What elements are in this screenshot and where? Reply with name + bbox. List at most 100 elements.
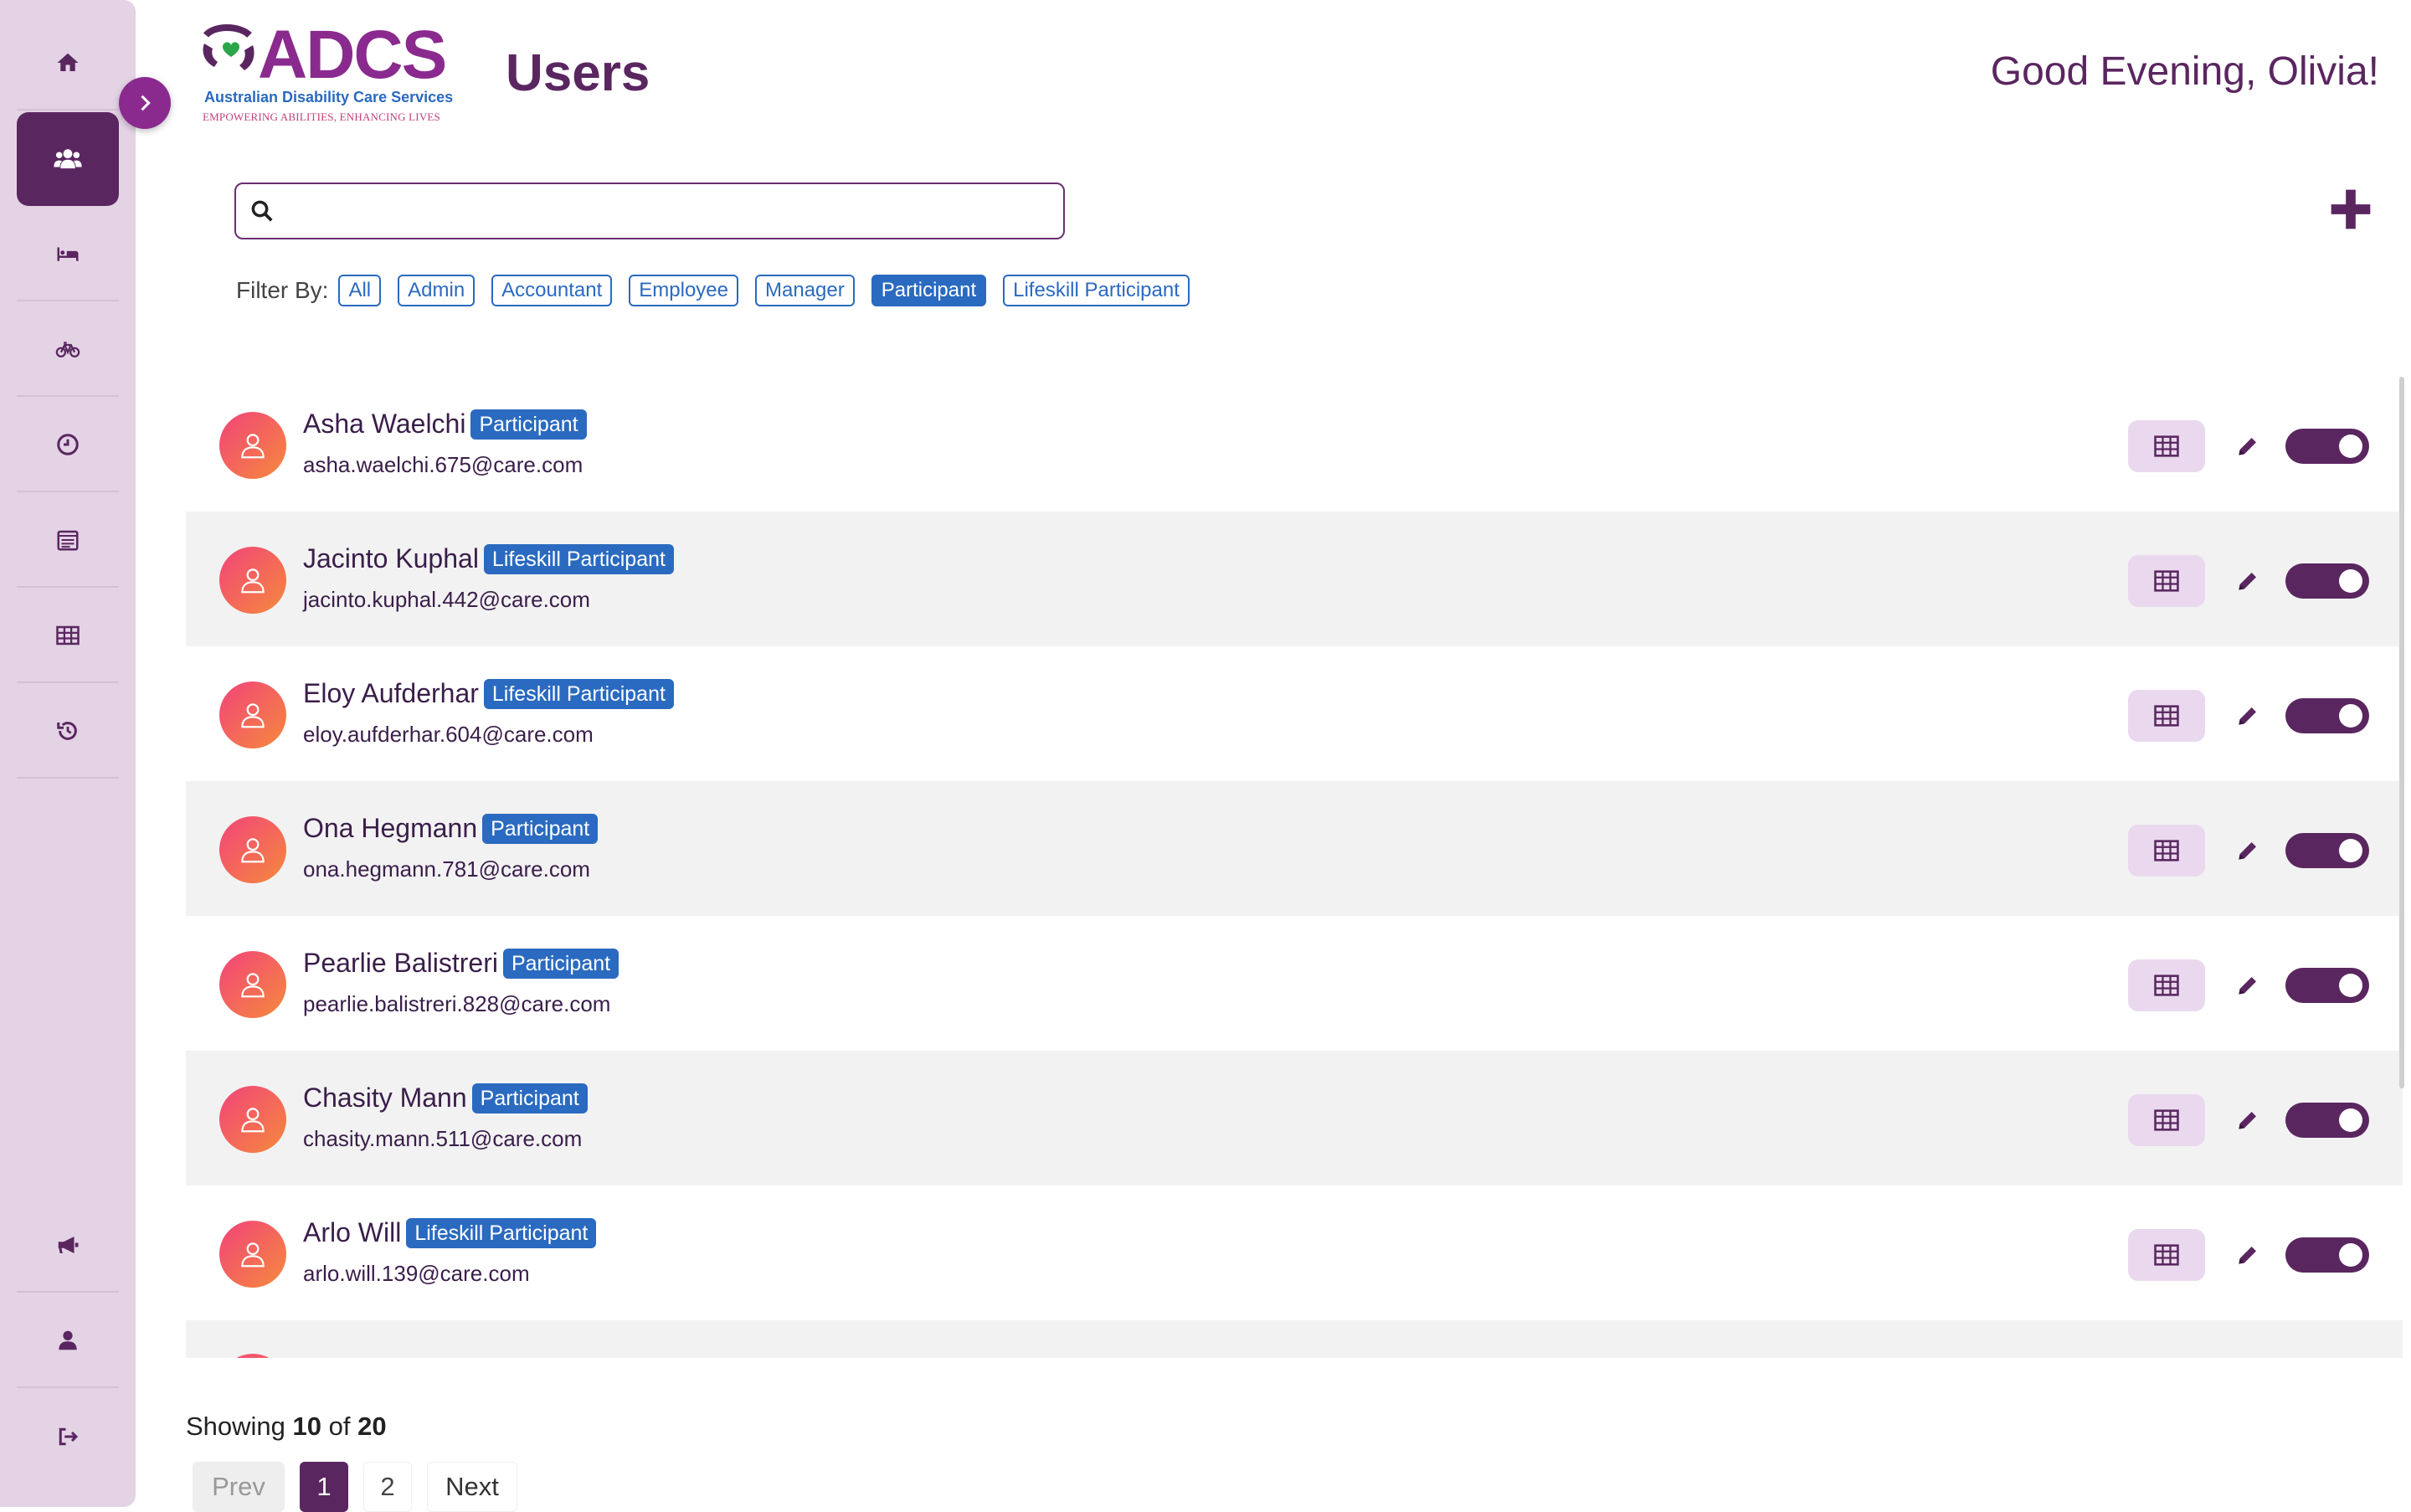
showing-of: of [328,1412,351,1441]
edit-button[interactable] [2229,427,2267,465]
pencil-icon [2239,1247,2256,1264]
search-input[interactable] [285,185,1063,237]
showing-summary: Showing 10 of 20 [186,1412,387,1442]
pencil-icon [2239,707,2256,725]
user-outline-icon [241,1242,265,1268]
active-toggle[interactable] [2285,429,2369,464]
edit-button[interactable] [2229,1101,2267,1139]
next-page-button[interactable]: Next [427,1462,517,1512]
view-details-button[interactable] [2128,555,2205,607]
role-badge: Participant [471,1083,588,1113]
view-details-button[interactable] [2128,1094,2205,1146]
active-toggle[interactable] [2285,833,2369,868]
home-icon [57,53,79,71]
table-icon [2154,705,2179,727]
page-button-2[interactable]: 2 [363,1462,412,1512]
table-icon [56,625,80,645]
user-name: Asha Waelchi [303,409,466,439]
avatar [219,816,286,883]
user-outline-icon [241,568,265,594]
edit-button[interactable] [2229,562,2267,600]
sidebar-item-schedule[interactable] [17,494,119,588]
page-button-1[interactable]: 1 [300,1462,348,1512]
filter-chip-accountant[interactable]: Accountant [491,275,613,306]
pagination: Prev 1 2 Next [193,1462,532,1512]
user-email: jacinto.kuphal.442@care.com [303,587,590,612]
filter-chip-participant[interactable]: Participant [871,275,987,306]
avatar [219,1354,286,1358]
role-badge: Lifeskill Participant [483,543,674,574]
user-icon [59,1330,77,1350]
user-email: arlo.will.139@care.com [303,1261,530,1286]
users-icon [54,149,82,169]
user-email: chasity.mann.511@care.com [303,1126,583,1151]
toggle-knob [2339,569,2362,593]
sidebar-item-profile[interactable] [17,1294,119,1388]
edit-button[interactable] [2229,1236,2267,1274]
user-email: eloy.aufderhar.604@care.com [303,722,594,747]
view-details-button[interactable] [2128,420,2205,472]
showing-count: 10 [292,1412,322,1441]
table-icon [2154,1109,2179,1131]
active-toggle[interactable] [2285,1237,2369,1273]
filter-chip-all[interactable]: All [338,275,382,306]
user-name: Arlo Will [303,1217,402,1247]
sidebar-item-accommodation[interactable] [17,208,119,301]
user-email: asha.waelchi.675@care.com [303,452,583,477]
calendar-list-icon [57,530,79,551]
expand-sidebar-button[interactable] [119,77,171,129]
edit-button[interactable] [2229,697,2267,735]
sidebar-item-reports[interactable] [17,589,119,683]
avatar [219,547,286,614]
list-scrollbar[interactable] [2399,377,2404,1088]
active-toggle[interactable] [2285,1103,2369,1138]
active-toggle[interactable] [2285,968,2369,1003]
sidebar-item-history[interactable] [17,685,119,779]
filter-chip-lifeskill-participant[interactable]: Lifeskill Participant [1003,275,1190,306]
table-icon [2154,975,2179,996]
list-item: Chasity Mann Participant chasity.mann.511… [186,1051,2403,1185]
filter-label: Filter By: [236,277,329,303]
role-badge: Participant [502,948,619,979]
view-details-button[interactable] [2128,1229,2205,1281]
role-badge: Participant [482,813,599,844]
toggle-knob [2339,1243,2362,1267]
add-user-button[interactable] [2327,186,2374,233]
logo: ADCS Australian Disability Care Services… [198,18,465,127]
filter-chip-admin[interactable]: Admin [398,275,476,306]
sidebar-item-logout[interactable] [17,1390,119,1484]
list-item: Eloy Aufderhar Lifeskill Participant eloy… [186,646,2403,781]
user-name: Pearlie Balistreri [303,948,498,978]
page-title: Users [506,44,650,102]
toggle-knob [2339,839,2362,862]
list-item: Ona Hegmann Participant ona.hegmann.781@c… [186,781,2403,916]
edit-button[interactable] [2229,966,2267,1005]
filter-chip-employee[interactable]: Employee [629,275,738,306]
megaphone-icon [58,1237,79,1253]
prev-page-button[interactable]: Prev [193,1462,285,1512]
sidebar-item-announcements[interactable] [17,1199,119,1293]
sidebar-item-activities[interactable] [17,303,119,397]
user-outline-icon [241,703,265,728]
sidebar-item-timesheets[interactable] [17,399,119,492]
logo-wordmark: ADCS [258,17,447,93]
view-details-button[interactable] [2128,825,2205,877]
edit-button[interactable] [2229,831,2267,870]
sidebar-item-users[interactable] [17,112,119,206]
filter-chip-manager[interactable]: Manager [755,275,855,306]
view-details-button[interactable] [2128,690,2205,742]
role-badge: Participant [470,409,587,440]
list-item: Asha Waelchi Participant asha.waelchi.675… [186,377,2403,512]
view-details-button[interactable] [2128,959,2205,1011]
active-toggle[interactable] [2285,698,2369,733]
greeting: Good Evening, Olivia! [1990,49,2379,94]
list-item: Arlo Will Lifeskill Participant arlo.will… [186,1185,2403,1320]
user-name: Eloy Aufderhar [303,678,479,708]
sidebar-item-home[interactable] [17,17,119,111]
user-outline-icon [241,434,265,459]
list-item: Jacinto Kuphal Lifeskill Participant jaci… [186,512,2403,646]
user-outline-icon [241,1108,265,1133]
avatar [219,1086,286,1153]
user-email: pearlie.balistreri.828@care.com [303,991,611,1016]
active-toggle[interactable] [2285,563,2369,599]
